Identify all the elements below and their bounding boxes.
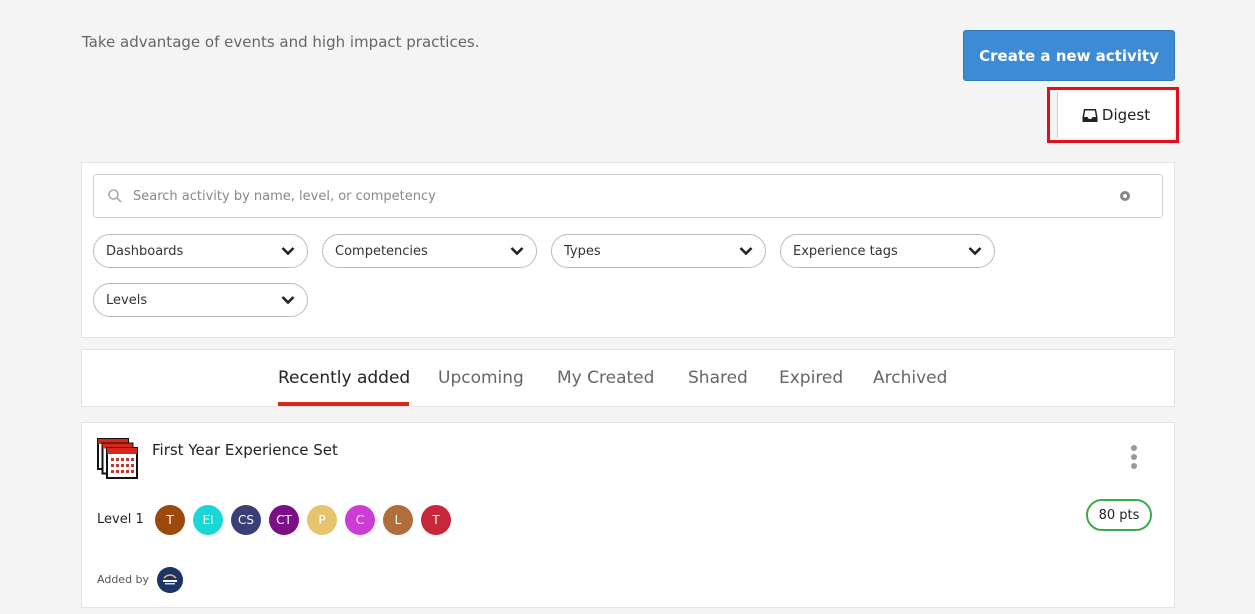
tab-archived[interactable]: Archived bbox=[873, 368, 947, 388]
filter-panel: Dashboards Competencies Types Experience… bbox=[81, 162, 1175, 338]
organization-logo-icon bbox=[157, 567, 183, 593]
active-tab-indicator bbox=[278, 402, 409, 406]
clear-search-icon[interactable] bbox=[1120, 191, 1130, 201]
levels-dropdown[interactable]: Levels bbox=[93, 283, 308, 317]
tab-expired[interactable]: Expired bbox=[779, 368, 843, 388]
dropdown-label: Experience tags bbox=[793, 243, 898, 259]
level-label: Level 1 bbox=[97, 512, 144, 527]
dropdown-label: Dashboards bbox=[106, 243, 184, 259]
competency-badge: CS bbox=[231, 505, 261, 535]
dropdown-label: Competencies bbox=[335, 243, 428, 259]
tab-shared[interactable]: Shared bbox=[688, 368, 748, 388]
tab-my-created[interactable]: My Created bbox=[557, 368, 654, 388]
digest-button[interactable]: Digest bbox=[1057, 92, 1174, 138]
points-badge: 80 pts bbox=[1086, 499, 1152, 531]
tabs-bar: Recently added Upcoming My Created Share… bbox=[81, 349, 1175, 407]
tab-upcoming[interactable]: Upcoming bbox=[438, 368, 524, 388]
dropdown-label: Types bbox=[564, 243, 601, 259]
added-by-label: Added by bbox=[97, 573, 150, 586]
tab-recently-added[interactable]: Recently added bbox=[278, 368, 410, 388]
competency-badge: T bbox=[155, 505, 185, 535]
activity-set-icon bbox=[97, 438, 138, 479]
experience-tags-dropdown[interactable]: Experience tags bbox=[780, 234, 995, 268]
activity-card[interactable]: First Year Experience Set Level 1 T EI C… bbox=[81, 422, 1175, 608]
dashboards-dropdown[interactable]: Dashboards bbox=[93, 234, 308, 268]
digest-label: Digest bbox=[1101, 106, 1151, 124]
types-dropdown[interactable]: Types bbox=[551, 234, 766, 268]
competency-badge: CT bbox=[269, 505, 299, 535]
create-activity-button[interactable]: Create a new activity bbox=[963, 30, 1175, 81]
chevron-down-icon bbox=[281, 296, 295, 305]
competency-badge: P bbox=[307, 505, 337, 535]
competency-badges: T EI CS CT P C L T bbox=[155, 505, 451, 535]
chevron-down-icon bbox=[510, 247, 524, 256]
chevron-down-icon bbox=[968, 247, 982, 256]
page-intro-text: Take advantage of events and high impact… bbox=[82, 33, 480, 51]
competencies-dropdown[interactable]: Competencies bbox=[322, 234, 537, 268]
search-input[interactable] bbox=[133, 188, 1120, 204]
dropdown-label: Levels bbox=[106, 292, 148, 308]
search-icon bbox=[108, 189, 122, 203]
competency-badge: EI bbox=[193, 505, 223, 535]
digest-highlight: Digest bbox=[1047, 87, 1179, 143]
competency-badge: C bbox=[345, 505, 375, 535]
chevron-down-icon bbox=[739, 247, 753, 256]
competency-badge: L bbox=[383, 505, 413, 535]
inbox-icon bbox=[1082, 108, 1098, 122]
search-box bbox=[93, 174, 1163, 218]
chevron-down-icon bbox=[281, 247, 295, 256]
more-options-icon[interactable] bbox=[1130, 445, 1138, 471]
avatar[interactable] bbox=[157, 567, 183, 593]
activity-title[interactable]: First Year Experience Set bbox=[152, 441, 338, 459]
competency-badge: T bbox=[421, 505, 451, 535]
